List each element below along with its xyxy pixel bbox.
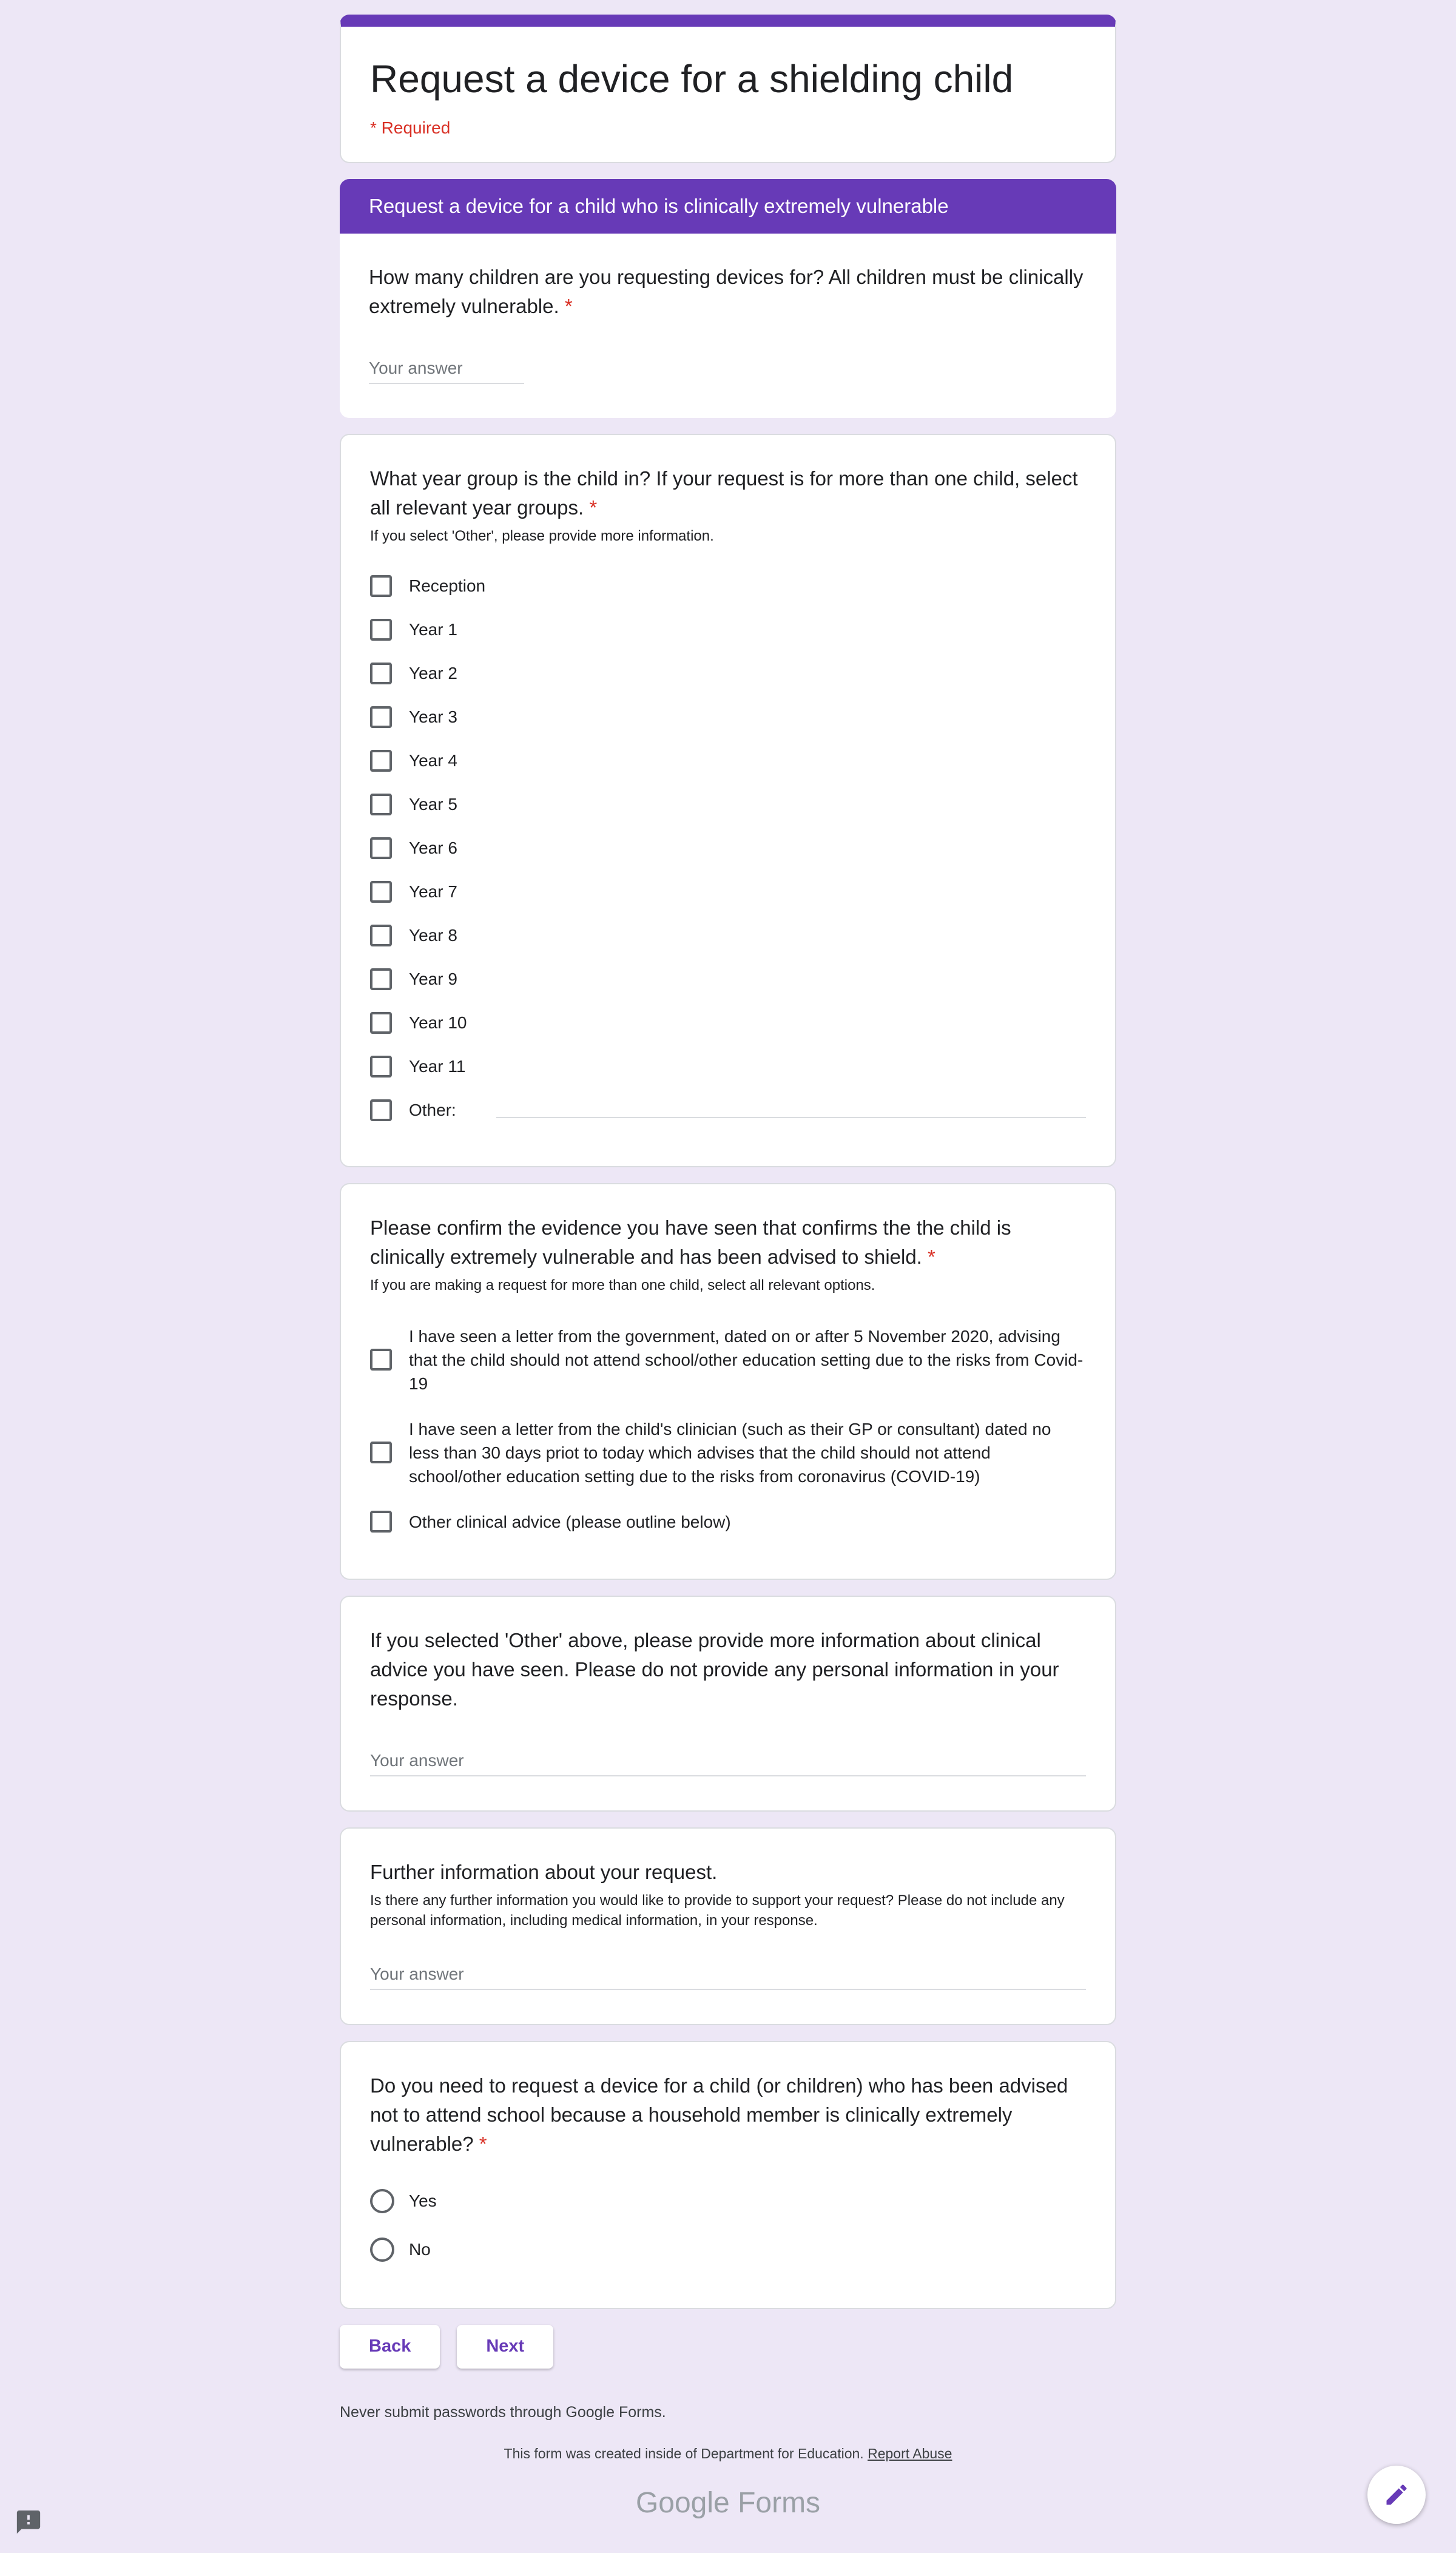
checkbox-option[interactable]: Year 11 xyxy=(370,1045,1086,1088)
checkbox[interactable] xyxy=(370,837,392,859)
password-warning: Never submit passwords through Google Fo… xyxy=(340,2403,666,2421)
section-header: Request a device for a child who is clin… xyxy=(340,178,1116,234)
question-title: Please confirm the evidence you have see… xyxy=(370,1216,1011,1268)
question-description: If you are making a request for more tha… xyxy=(370,1276,875,1293)
checkbox[interactable] xyxy=(370,749,392,772)
checkbox[interactable] xyxy=(370,924,392,946)
checkbox-option[interactable]: Year 7 xyxy=(370,870,1086,914)
checkbox[interactable] xyxy=(370,618,392,641)
checkbox[interactable] xyxy=(370,880,392,903)
question-title: What year group is the child in? If your… xyxy=(370,467,1078,519)
report-abuse-link[interactable]: Report Abuse xyxy=(868,2446,952,2461)
checkbox[interactable] xyxy=(370,1011,392,1034)
google-forms-logo[interactable]: Google Forms xyxy=(340,2486,1116,2520)
other-text-input[interactable] xyxy=(496,1102,1086,1118)
required-asterisk: * xyxy=(589,496,598,519)
checkbox-option[interactable]: I have seen a letter from the government… xyxy=(370,1314,1086,1406)
radio-button[interactable] xyxy=(370,2237,394,2262)
question-title: How many children are you requesting dev… xyxy=(369,265,1084,317)
checkbox-option[interactable]: Year 8 xyxy=(370,914,1086,957)
required-note: * Required xyxy=(370,118,451,137)
checkbox-option[interactable]: Year 6 xyxy=(370,826,1086,870)
other-advice-input[interactable]: Your answer xyxy=(370,1751,1086,1776)
checkbox-option[interactable]: I have seen a letter from the child's cl… xyxy=(370,1406,1086,1499)
evidence-options: I have seen a letter from the government… xyxy=(370,1314,1086,1545)
checkbox[interactable] xyxy=(370,575,392,597)
question-description: If you select 'Other', please provide mo… xyxy=(370,527,714,544)
checkbox-option[interactable]: Year 10 xyxy=(370,1001,1086,1045)
next-button[interactable]: Next xyxy=(457,2324,554,2369)
household-options: Yes No xyxy=(370,2177,1086,2274)
form-container: Request a device for a shielding child *… xyxy=(340,15,1116,2520)
further-info-input[interactable]: Your answer xyxy=(370,1964,1086,1990)
pencil-icon xyxy=(1386,2484,1407,2505)
checkbox-option[interactable]: Year 5 xyxy=(370,783,1086,826)
radio-option-yes[interactable]: Yes xyxy=(370,2177,1086,2225)
form-title: Request a device for a shielding child xyxy=(370,57,1014,101)
question-card-4: If you selected 'Other' above, please pr… xyxy=(340,1595,1116,1812)
form-header-card: Request a device for a shielding child *… xyxy=(340,15,1116,163)
question-card-2: What year group is the child in? If your… xyxy=(340,433,1116,1167)
children-count-input[interactable]: Your answer xyxy=(369,359,524,384)
edit-fab-button[interactable] xyxy=(1367,2466,1426,2524)
checkbox-option[interactable]: Year 1 xyxy=(370,608,1086,652)
radio-button[interactable] xyxy=(370,2188,394,2213)
checkbox-option[interactable]: Reception xyxy=(370,564,1086,608)
question-title: If you selected 'Other' above, please pr… xyxy=(370,1628,1059,1710)
required-asterisk: * xyxy=(928,1245,935,1268)
checkbox[interactable] xyxy=(370,1099,392,1121)
required-asterisk: * xyxy=(479,2132,487,2155)
report-issue-icon[interactable] xyxy=(15,2508,42,2536)
checkbox-option[interactable]: Year 3 xyxy=(370,695,1086,739)
radio-option-no[interactable]: No xyxy=(370,2225,1086,2274)
checkbox-option[interactable]: Year 9 xyxy=(370,957,1086,1001)
question-card-5: Further information about your request. … xyxy=(340,1827,1116,2025)
year-group-options: Reception Year 1 Year 2 Year 3 Year 4 Ye… xyxy=(370,564,1086,1132)
question-title: Further information about your request. xyxy=(370,1860,718,1883)
question-title: Do you need to request a device for a ch… xyxy=(370,2074,1068,2155)
back-button[interactable]: Back xyxy=(340,2324,440,2369)
checkbox[interactable] xyxy=(370,1349,392,1371)
checkbox[interactable] xyxy=(370,706,392,728)
checkbox[interactable] xyxy=(370,1511,392,1533)
checkbox-option[interactable]: Other clinical advice (please outline be… xyxy=(370,1499,1086,1545)
question-description: Is there any further information you wou… xyxy=(370,1892,1065,1929)
navigation-buttons: Back Next xyxy=(340,2324,1116,2369)
checkbox-option[interactable]: Year 2 xyxy=(370,652,1086,695)
question-card-1: Request a device for a child who is clin… xyxy=(340,178,1116,418)
checkbox[interactable] xyxy=(370,793,392,815)
question-card-6: Do you need to request a device for a ch… xyxy=(340,2040,1116,2309)
checkbox-option[interactable]: Year 4 xyxy=(370,739,1086,783)
checkbox[interactable] xyxy=(370,662,392,684)
required-asterisk: * xyxy=(564,294,573,317)
question-card-3: Please confirm the evidence you have see… xyxy=(340,1182,1116,1580)
checkbox-option-other[interactable]: Other: xyxy=(370,1088,1086,1132)
checkbox[interactable] xyxy=(370,1442,392,1464)
created-by-text: This form was created inside of Departme… xyxy=(504,2445,952,2461)
checkbox[interactable] xyxy=(370,968,392,990)
checkbox[interactable] xyxy=(370,1055,392,1078)
